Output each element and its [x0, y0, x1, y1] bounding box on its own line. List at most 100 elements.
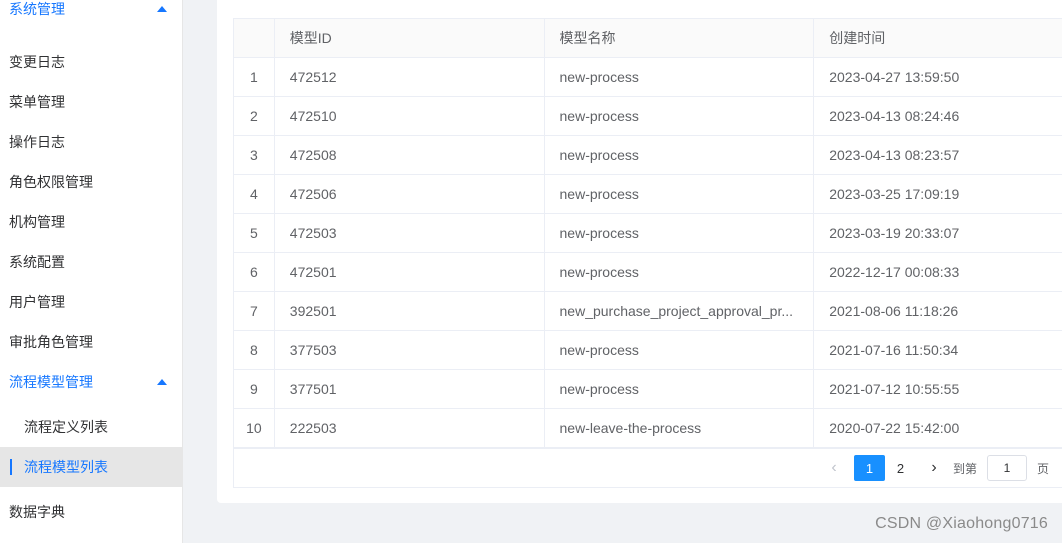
table-row[interactable]: 4 472506 new-process 2023-03-25 17:09:19 — [234, 175, 1062, 214]
sidebar-item-label: 流程模型列表 — [24, 459, 108, 475]
row-model-name: new-process — [559, 186, 639, 202]
sidebar-group-system-management[interactable]: 系统管理 — [0, 0, 183, 29]
sidebar-item-operation-log[interactable]: 操作日志 — [0, 122, 183, 162]
row-model-name-cell: new-process — [545, 253, 815, 291]
header-model-id: 模型ID — [275, 19, 545, 57]
row-index: 2 — [234, 97, 275, 135]
row-model-name-cell: new-leave-the-process — [545, 409, 815, 447]
row-model-name-cell: new-process — [545, 214, 815, 252]
goto-page-input[interactable] — [987, 455, 1027, 481]
row-index: 4 — [234, 175, 275, 213]
model-table: 模型ID 模型名称 创建时间 1 472512 new-process 2023… — [233, 18, 1062, 449]
row-index: 3 — [234, 136, 275, 174]
header-model-name: 模型名称 — [545, 19, 815, 57]
sidebar-item-label: 审批角色管理 — [9, 334, 93, 350]
header-index — [234, 19, 275, 57]
row-model-id: 472510 — [275, 97, 545, 135]
header-created-time: 创建时间 — [829, 30, 886, 46]
sidebar-item-change-log[interactable]: 变更日志 — [0, 42, 183, 82]
row-model-id: 222503 — [275, 409, 545, 447]
content-card: 模型ID 模型名称 创建时间 1 472512 new-process 2023… — [217, 0, 1062, 503]
sidebar-item-label: 用户管理 — [9, 294, 65, 310]
sidebar-item-process-definitions[interactable]: 流程定义列表 — [0, 407, 183, 447]
table-row[interactable]: 5 472503 new-process 2023-03-19 20:33:07 — [234, 214, 1062, 253]
row-model-name: new-process — [559, 69, 639, 85]
row-created-time: 2022-12-17 00:08:33 — [829, 264, 960, 280]
row-created-time: 2023-04-13 08:24:46 — [829, 108, 960, 124]
table-row[interactable]: 1 472512 new-process 2023-04-27 13:59:50 — [234, 58, 1062, 97]
row-index: 6 — [234, 253, 275, 291]
row-index: 9 — [234, 370, 275, 408]
sidebar-item-label: 角色权限管理 — [9, 174, 93, 190]
row-created-time: 2023-04-27 13:59:50 — [829, 69, 960, 85]
sidebar-item-approval-roles[interactable]: 审批角色管理 — [0, 322, 183, 362]
row-created-time: 2023-04-13 08:23:57 — [829, 147, 960, 163]
sidebar-group-process-models[interactable]: 流程模型管理 — [0, 362, 183, 402]
sidebar-item-label: 变更日志 — [9, 54, 65, 70]
row-model-id: 472512 — [275, 58, 545, 96]
row-model-id: 377503 — [275, 331, 545, 369]
row-created-time: 2023-03-19 20:33:07 — [829, 225, 960, 241]
row-model-name-cell: new-process — [545, 175, 815, 213]
sidebar-item-process-model-list[interactable]: 流程模型列表 — [0, 447, 183, 487]
sidebar-item-label: 系统配置 — [9, 254, 65, 270]
row-model-name-cell: new_purchase_project_approval_pr... — [545, 292, 815, 330]
row-model-name: new-process — [559, 147, 639, 163]
row-created-time: 2023-03-25 17:09:19 — [829, 186, 960, 202]
row-index: 5 — [234, 214, 275, 252]
sidebar-item-role-permissions[interactable]: 角色权限管理 — [0, 162, 183, 202]
goto-prefix: 到第 — [953, 462, 978, 476]
row-model-id: 392501 — [275, 292, 545, 330]
row-index: 8 — [234, 331, 275, 369]
caret-up-icon — [157, 6, 167, 12]
page-button-1[interactable]: 1 — [854, 455, 885, 481]
row-model-name-cell: new-process — [545, 58, 815, 96]
table-row[interactable]: 10 222503 new-leave-the-process 2020-07-… — [234, 409, 1062, 448]
row-model-name: new-process — [559, 108, 639, 124]
chevron-left-icon[interactable]: ‹ — [824, 455, 844, 481]
sidebar: 系统管理 变更日志 菜单管理 操作日志 角色权限管理 机构管理 系统配置 用户管… — [0, 0, 183, 543]
sidebar-item-label: 流程定义列表 — [24, 419, 108, 435]
table-row[interactable]: 8 377503 new-process 2021-07-16 11:50:34 — [234, 331, 1062, 370]
row-model-name-cell: new-process — [545, 370, 815, 408]
table-row[interactable]: 2 472510 new-process 2023-04-13 08:24:46 — [234, 97, 1062, 136]
row-model-id: 377501 — [275, 370, 545, 408]
row-index: 1 — [234, 58, 275, 96]
row-model-name: new-process — [559, 264, 639, 280]
row-model-name-cell: new-process — [545, 97, 815, 135]
chevron-right-icon[interactable]: › — [924, 455, 944, 481]
sidebar-item-label: 操作日志 — [9, 134, 65, 150]
row-model-name: new_purchase_project_approval_pr... — [559, 303, 794, 319]
row-index: 7 — [234, 292, 275, 330]
row-model-name: new-process — [559, 381, 639, 397]
sidebar-item-label: 流程模型管理 — [9, 374, 93, 390]
row-created-time: 2021-08-06 11:18:26 — [829, 303, 959, 319]
row-model-id: 472503 — [275, 214, 545, 252]
goto-suffix: 页 — [1037, 462, 1050, 476]
row-created-time: 2021-07-16 11:50:34 — [829, 342, 959, 358]
sidebar-item-label: 数据字典 — [9, 504, 65, 520]
watermark: CSDN @Xiaohong0716 — [875, 515, 1048, 532]
pagination: ‹ 1 2 › 到第 页 — [233, 448, 1062, 488]
row-model-name: new-process — [559, 342, 639, 358]
sidebar-item-data-dictionary[interactable]: 数据字典 — [0, 492, 183, 532]
sidebar-item-system-config[interactable]: 系统配置 — [0, 242, 183, 282]
table-row[interactable]: 9 377501 new-process 2021-07-12 10:55:55 — [234, 370, 1062, 409]
table-row[interactable]: 6 472501 new-process 2022-12-17 00:08:33 — [234, 253, 1062, 292]
table-header-row: 模型ID 模型名称 创建时间 — [234, 19, 1062, 58]
sidebar-item-organization-management[interactable]: 机构管理 — [0, 202, 183, 242]
table-row[interactable]: 7 392501 new_purchase_project_approval_p… — [234, 292, 1062, 331]
sidebar-item-label: 系统管理 — [9, 1, 65, 17]
page-button-2[interactable]: 2 — [885, 455, 916, 481]
sidebar-item-user-management[interactable]: 用户管理 — [0, 282, 183, 322]
sidebar-item-label: 机构管理 — [9, 214, 65, 230]
row-model-name: new-leave-the-process — [559, 420, 702, 436]
row-created-time: 2021-07-12 10:55:55 — [829, 381, 960, 397]
sidebar-item-menu-management[interactable]: 菜单管理 — [0, 82, 183, 122]
row-index: 10 — [234, 409, 275, 447]
caret-up-icon — [157, 379, 167, 385]
row-model-name-cell: new-process — [545, 331, 815, 369]
table-row[interactable]: 3 472508 new-process 2023-04-13 08:23:57 — [234, 136, 1062, 175]
row-created-time: 2020-07-22 15:42:00 — [829, 420, 960, 436]
row-model-id: 472506 — [275, 175, 545, 213]
